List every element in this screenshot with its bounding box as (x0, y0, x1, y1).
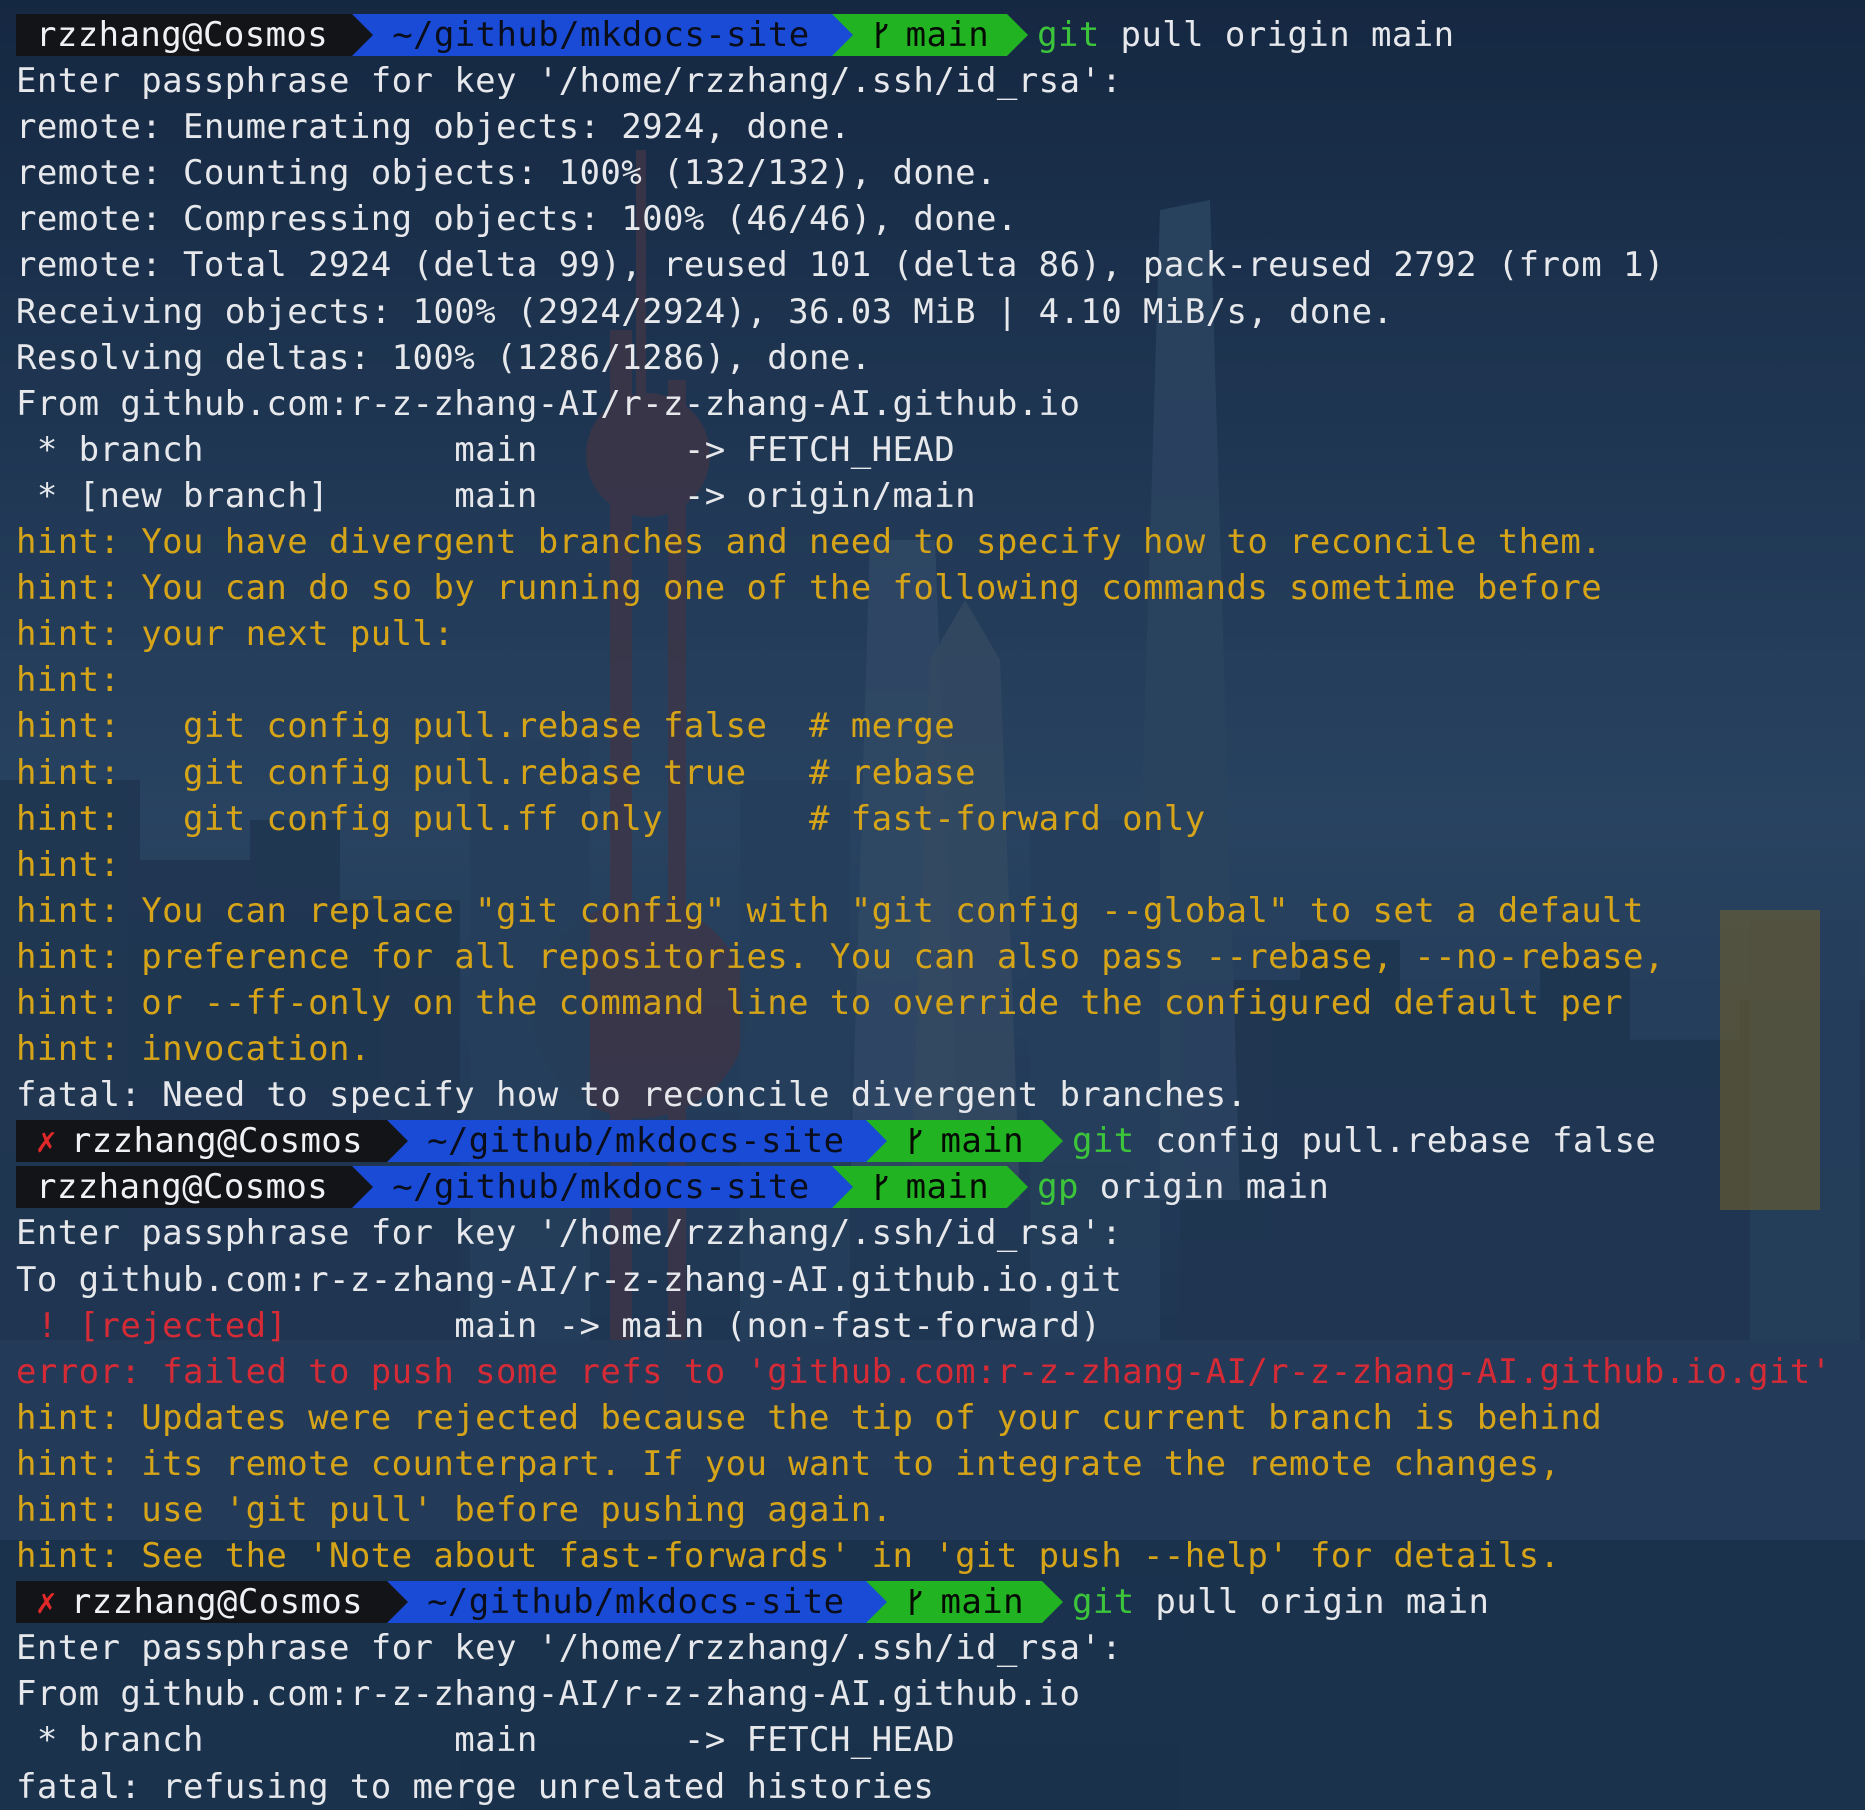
prompt-path: ~/github/mkdocs-site (392, 1167, 810, 1208)
prompt-path: ~/github/mkdocs-site (427, 1121, 845, 1162)
prompt-path-segment: ~/github/mkdocs-site (387, 1120, 888, 1163)
terminal-output-line: To github.com:r-z-zhang-AI/r-z-zhang-AI.… (16, 1259, 1123, 1300)
terminal-output-line: Resolving deltas: 100% (1286/1286), done… (16, 337, 872, 378)
prompt-line: ✗ rzzhang@Cosmos ~/github/mkdocs-site mai… (0, 1579, 1865, 1625)
output-block-pull-2: Enter passphrase for key '/home/rzzhang/… (0, 1625, 1865, 1809)
terminal-output-line: hint: (16, 844, 121, 885)
terminal-output-line: hint: You can replace "git config" with … (16, 890, 1644, 931)
terminal-output-line: hint: its remote counterpart. If you wan… (16, 1443, 1561, 1484)
prompt-branch-segment: main (831, 1166, 1029, 1209)
terminal-output-line: hint: invocation. (16, 1029, 371, 1070)
rejected-detail: main -> main (non-fast-forward) (287, 1305, 1102, 1346)
error-x-icon: ✗ (36, 1582, 57, 1623)
terminal-output-line: Enter passphrase for key '/home/rzzhang/… (16, 61, 1123, 102)
output-block-push: Enter passphrase for key '/home/rzzhang/… (0, 1210, 1865, 1302)
command-args: config pull.rebase false (1134, 1121, 1657, 1162)
git-branch-icon (910, 1589, 922, 1616)
prompt-path-segment: ~/github/mkdocs-site (387, 1581, 888, 1624)
terminal-output-line: hint: See the 'Note about fast-forwards'… (16, 1536, 1561, 1577)
terminal-output-line: * [new branch] main -> origin/main (16, 475, 977, 516)
terminal-output-line: hint: You can do so by running one of th… (16, 568, 1603, 609)
command-args: pull origin main (1099, 15, 1455, 56)
terminal-output-line: * branch main -> FETCH_HEAD (16, 1720, 956, 1761)
terminal-output-line: Enter passphrase for key '/home/rzzhang/… (16, 1628, 1123, 1669)
prompt-branch-segment: main (866, 1120, 1064, 1163)
prompt-line: ✗ rzzhang@Cosmos ~/github/mkdocs-site mai… (0, 1118, 1865, 1164)
terminal-output-line: * branch main -> FETCH_HEAD (16, 429, 956, 470)
terminal-output-line: Receiving objects: 100% (2924/2924), 36.… (16, 291, 1394, 332)
terminal-output-line: error: failed to push some refs to 'gith… (16, 1351, 1832, 1392)
prompt-path: ~/github/mkdocs-site (427, 1582, 845, 1623)
terminal-window[interactable]: rzzhang@Cosmos ~/github/mkdocs-site main… (0, 12, 1865, 1810)
terminal-output-line: hint: use 'git pull' before pushing agai… (16, 1490, 893, 1530)
prompt-branch: main (940, 1121, 1024, 1162)
prompt-user-segment: rzzhang@Cosmos (16, 1166, 374, 1209)
prompt-branch: main (905, 15, 990, 56)
command-text: gp origin main (1037, 1166, 1329, 1208)
prompt-branch: main (940, 1582, 1024, 1623)
terminal-output-line: From github.com:r-z-zhang-AI/r-z-zhang-A… (16, 383, 1081, 424)
terminal-output-line: hint: git config pull.rebase false # mer… (16, 706, 956, 747)
prompt-user-segment: rzzhang@Cosmos (16, 14, 374, 57)
terminal-output-line: hint: your next pull: (16, 614, 455, 655)
terminal-output-line: hint: You have divergent branches and ne… (16, 522, 1603, 563)
terminal-output-line: hint: git config pull.ff only # fast-for… (16, 798, 1206, 839)
prompt-user-host: rzzhang@Cosmos (70, 1121, 364, 1162)
command-text: git pull origin main (1037, 14, 1454, 56)
git-branch-icon (876, 1174, 888, 1201)
prompt-path: ~/github/mkdocs-site (392, 15, 810, 56)
output-block-pull-1: Enter passphrase for key '/home/rzzhang/… (0, 58, 1865, 1118)
error-x-icon: ✗ (36, 1121, 57, 1162)
prompt-user-segment: ✗ rzzhang@Cosmos (16, 1120, 409, 1163)
push-rejected-line: ! [rejected] main -> main (non-fast-forw… (0, 1303, 1865, 1349)
prompt-user-segment: ✗ rzzhang@Cosmos (16, 1581, 409, 1624)
terminal-output-line: remote: Enumerating objects: 2924, done. (16, 107, 851, 148)
terminal-output-line: remote: Counting objects: 100% (132/132)… (16, 153, 997, 194)
output-block-push-errors: error: failed to push some refs to 'gith… (0, 1349, 1865, 1579)
prompt-path-segment: ~/github/mkdocs-site (352, 1166, 854, 1209)
prompt-user-host: rzzhang@Cosmos (36, 1167, 329, 1208)
terminal-output-line: hint: preference for all repositories. Y… (16, 936, 1665, 977)
prompt-branch-segment: main (831, 14, 1029, 57)
command-text: git config pull.rebase false (1072, 1120, 1656, 1162)
prompt-user-host: rzzhang@Cosmos (36, 15, 329, 56)
git-branch-icon (910, 1128, 922, 1155)
rejected-mark: ! [rejected] (16, 1305, 288, 1346)
terminal-output-line: Enter passphrase for key '/home/rzzhang/… (16, 1213, 1123, 1254)
terminal-output-line: fatal: Need to specify how to reconcile … (16, 1075, 1248, 1116)
terminal-output-line: From github.com:r-z-zhang-AI/r-z-zhang-A… (16, 1674, 1081, 1715)
command-verb: git (1037, 15, 1100, 56)
command-verb: git (1071, 1582, 1135, 1623)
command-text: git pull origin main (1072, 1581, 1489, 1623)
command-verb: gp (1037, 1167, 1079, 1208)
command-verb: git (1071, 1121, 1135, 1162)
terminal-output-line: hint: git config pull.rebase true # reba… (16, 752, 977, 793)
terminal-output-line: hint: or --ff-only on the command line t… (16, 982, 1623, 1023)
command-args: pull origin main (1134, 1582, 1490, 1623)
prompt-branch-segment: main (866, 1581, 1064, 1624)
terminal-output-line: remote: Total 2924 (delta 99), reused 10… (16, 245, 1665, 286)
prompt-path-segment: ~/github/mkdocs-site (352, 14, 854, 57)
terminal-output-line: hint: Updates were rejected because the … (16, 1397, 1603, 1438)
prompt-user-host: rzzhang@Cosmos (70, 1582, 364, 1623)
prompt-branch: main (905, 1167, 990, 1208)
prompt-line: rzzhang@Cosmos ~/github/mkdocs-site main… (0, 12, 1865, 58)
prompt-line: rzzhang@Cosmos ~/github/mkdocs-site main… (0, 1164, 1865, 1210)
terminal-output-line: fatal: refusing to merge unrelated histo… (16, 1766, 935, 1807)
terminal-output-line: hint: (16, 660, 121, 701)
git-branch-icon (876, 22, 888, 49)
command-args: origin main (1078, 1167, 1330, 1208)
terminal-output-line: remote: Compressing objects: 100% (46/46… (16, 199, 1018, 240)
